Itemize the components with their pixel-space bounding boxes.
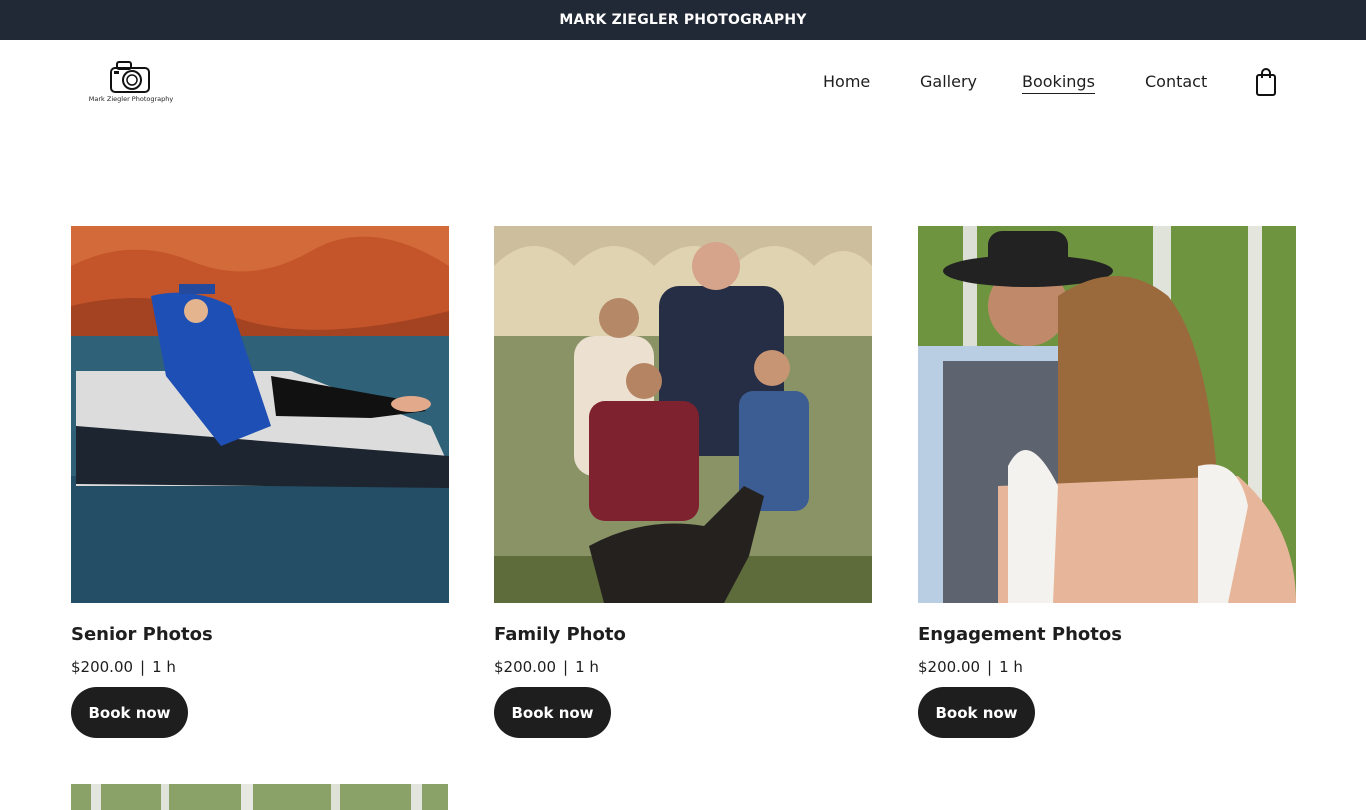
service-duration: 1 h bbox=[999, 658, 1023, 676]
cart-button[interactable] bbox=[1253, 67, 1279, 97]
meta-separator: | bbox=[140, 658, 146, 676]
service-duration: 1 h bbox=[152, 658, 176, 676]
service-price: $200.00 bbox=[494, 658, 557, 676]
service-price: $200.00 bbox=[918, 658, 981, 676]
nav-contact[interactable]: Contact bbox=[1145, 72, 1207, 92]
meta-separator: | bbox=[563, 658, 569, 676]
nav-gallery[interactable]: Gallery bbox=[920, 72, 977, 92]
nav-home[interactable]: Home bbox=[823, 72, 870, 92]
site-header: Mark Ziegler Photography Home Gallery Bo… bbox=[0, 40, 1366, 130]
service-title: Engagement Photos bbox=[918, 624, 1122, 645]
service-meta: $200.00 | 1 h bbox=[71, 658, 176, 676]
service-price: $200.00 bbox=[71, 658, 134, 676]
service-image-engagement[interactable] bbox=[918, 226, 1296, 603]
book-now-button[interactable]: Book now bbox=[494, 687, 611, 738]
book-now-button[interactable]: Book now bbox=[71, 687, 188, 738]
announcement-text: MARK ZIEGLER PHOTOGRAPHY bbox=[559, 12, 807, 28]
service-meta: $200.00 | 1 h bbox=[918, 658, 1023, 676]
service-image-senior[interactable] bbox=[71, 226, 449, 603]
book-now-button[interactable]: Book now bbox=[918, 687, 1035, 738]
logo-text: Mark Ziegler Photography bbox=[88, 95, 174, 103]
service-meta: $200.00 | 1 h bbox=[494, 658, 599, 676]
site-logo[interactable]: Mark Ziegler Photography bbox=[84, 58, 178, 108]
service-duration: 1 h bbox=[575, 658, 599, 676]
nav-bookings[interactable]: Bookings bbox=[1022, 72, 1095, 94]
service-image-partial[interactable] bbox=[71, 784, 448, 810]
service-image-family[interactable] bbox=[494, 226, 872, 603]
shopping-bag-icon bbox=[1256, 68, 1276, 96]
service-title: Family Photo bbox=[494, 624, 626, 645]
announcement-bar: MARK ZIEGLER PHOTOGRAPHY bbox=[0, 0, 1366, 40]
camera-icon bbox=[110, 61, 150, 93]
service-title: Senior Photos bbox=[71, 624, 213, 645]
meta-separator: | bbox=[987, 658, 993, 676]
